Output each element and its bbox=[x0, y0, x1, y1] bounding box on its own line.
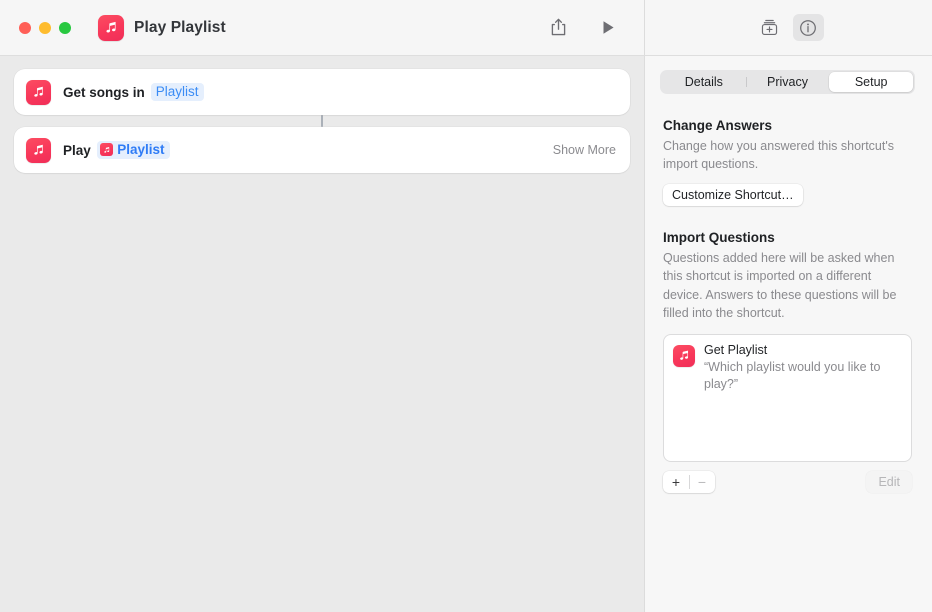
remove-question-button[interactable]: − bbox=[689, 471, 715, 493]
import-questions-description: Questions added here will be asked when … bbox=[663, 251, 897, 320]
list-item[interactable]: Get Playlist “Which playlist would you l… bbox=[673, 343, 902, 392]
play-icon[interactable] bbox=[594, 15, 622, 41]
customize-shortcut-button[interactable]: Customize Shortcut… bbox=[663, 184, 803, 207]
music-note-icon bbox=[26, 79, 51, 105]
list-item-text: Get Playlist “Which playlist would you l… bbox=[704, 343, 902, 392]
tab-details[interactable]: Details bbox=[662, 72, 746, 92]
window-body: Get songs in Playlist Play Playlist Show… bbox=[0, 56, 932, 612]
import-questions-footer: + − Edit bbox=[663, 470, 912, 493]
shortcuts-window: Play Playlist Get songs in Playlist Play… bbox=[0, 0, 932, 612]
traffic-lights bbox=[19, 21, 71, 34]
music-note-icon bbox=[100, 143, 114, 156]
minimize-button[interactable] bbox=[39, 21, 51, 34]
tab-setup[interactable]: Setup bbox=[829, 72, 914, 92]
change-answers-heading: Change Answers bbox=[663, 118, 773, 133]
action-variable-playlist[interactable]: Playlist bbox=[96, 141, 170, 159]
action-connector bbox=[321, 115, 323, 127]
page-title: Play Playlist bbox=[134, 18, 226, 36]
inspector-tabs: Details Privacy Setup bbox=[660, 70, 915, 94]
action-editor: Get songs in Playlist Play Playlist Show… bbox=[0, 56, 645, 612]
action-prefix-text: Get songs in bbox=[63, 84, 145, 100]
share-icon[interactable] bbox=[544, 15, 572, 41]
music-note-icon bbox=[98, 14, 124, 41]
zoom-button[interactable] bbox=[59, 21, 71, 34]
title-bar: Play Playlist bbox=[0, 0, 932, 56]
edit-question-button[interactable]: Edit bbox=[866, 470, 912, 493]
action-card-play[interactable]: Play Playlist Show More bbox=[14, 127, 630, 173]
title-bar-actions bbox=[544, 15, 644, 41]
close-button[interactable] bbox=[19, 21, 31, 34]
music-note-icon bbox=[26, 137, 51, 163]
inspector-panel: Details Privacy Setup Change Answers Cha… bbox=[645, 56, 932, 612]
music-note-icon bbox=[673, 344, 695, 367]
action-prefix-text: Play bbox=[63, 142, 91, 158]
question-prompt: “Which playlist would you like to play?” bbox=[704, 360, 881, 391]
add-remove-segmented-control: + − bbox=[663, 470, 715, 493]
import-questions-heading: Import Questions bbox=[663, 230, 775, 246]
add-question-button[interactable]: + bbox=[663, 471, 689, 493]
action-label: Play Playlist bbox=[63, 141, 170, 159]
action-library-icon[interactable] bbox=[754, 14, 785, 41]
import-questions-list[interactable]: Get Playlist “Which playlist would you l… bbox=[663, 333, 912, 462]
question-title: Get Playlist bbox=[704, 342, 768, 357]
change-answers-description: Change how you answered this shortcut's … bbox=[663, 139, 894, 172]
inspector-toolbar bbox=[645, 0, 932, 55]
tab-privacy[interactable]: Privacy bbox=[745, 72, 830, 92]
title-bar-left: Play Playlist bbox=[0, 0, 645, 55]
action-label: Get songs in Playlist bbox=[63, 83, 204, 101]
action-parameter-playlist[interactable]: Playlist bbox=[150, 83, 204, 101]
action-card-get-songs-in[interactable]: Get songs in Playlist bbox=[14, 69, 630, 115]
show-more-button[interactable]: Show More bbox=[553, 143, 616, 157]
variable-label: Playlist bbox=[117, 141, 165, 157]
info-circle-icon[interactable] bbox=[792, 14, 824, 41]
